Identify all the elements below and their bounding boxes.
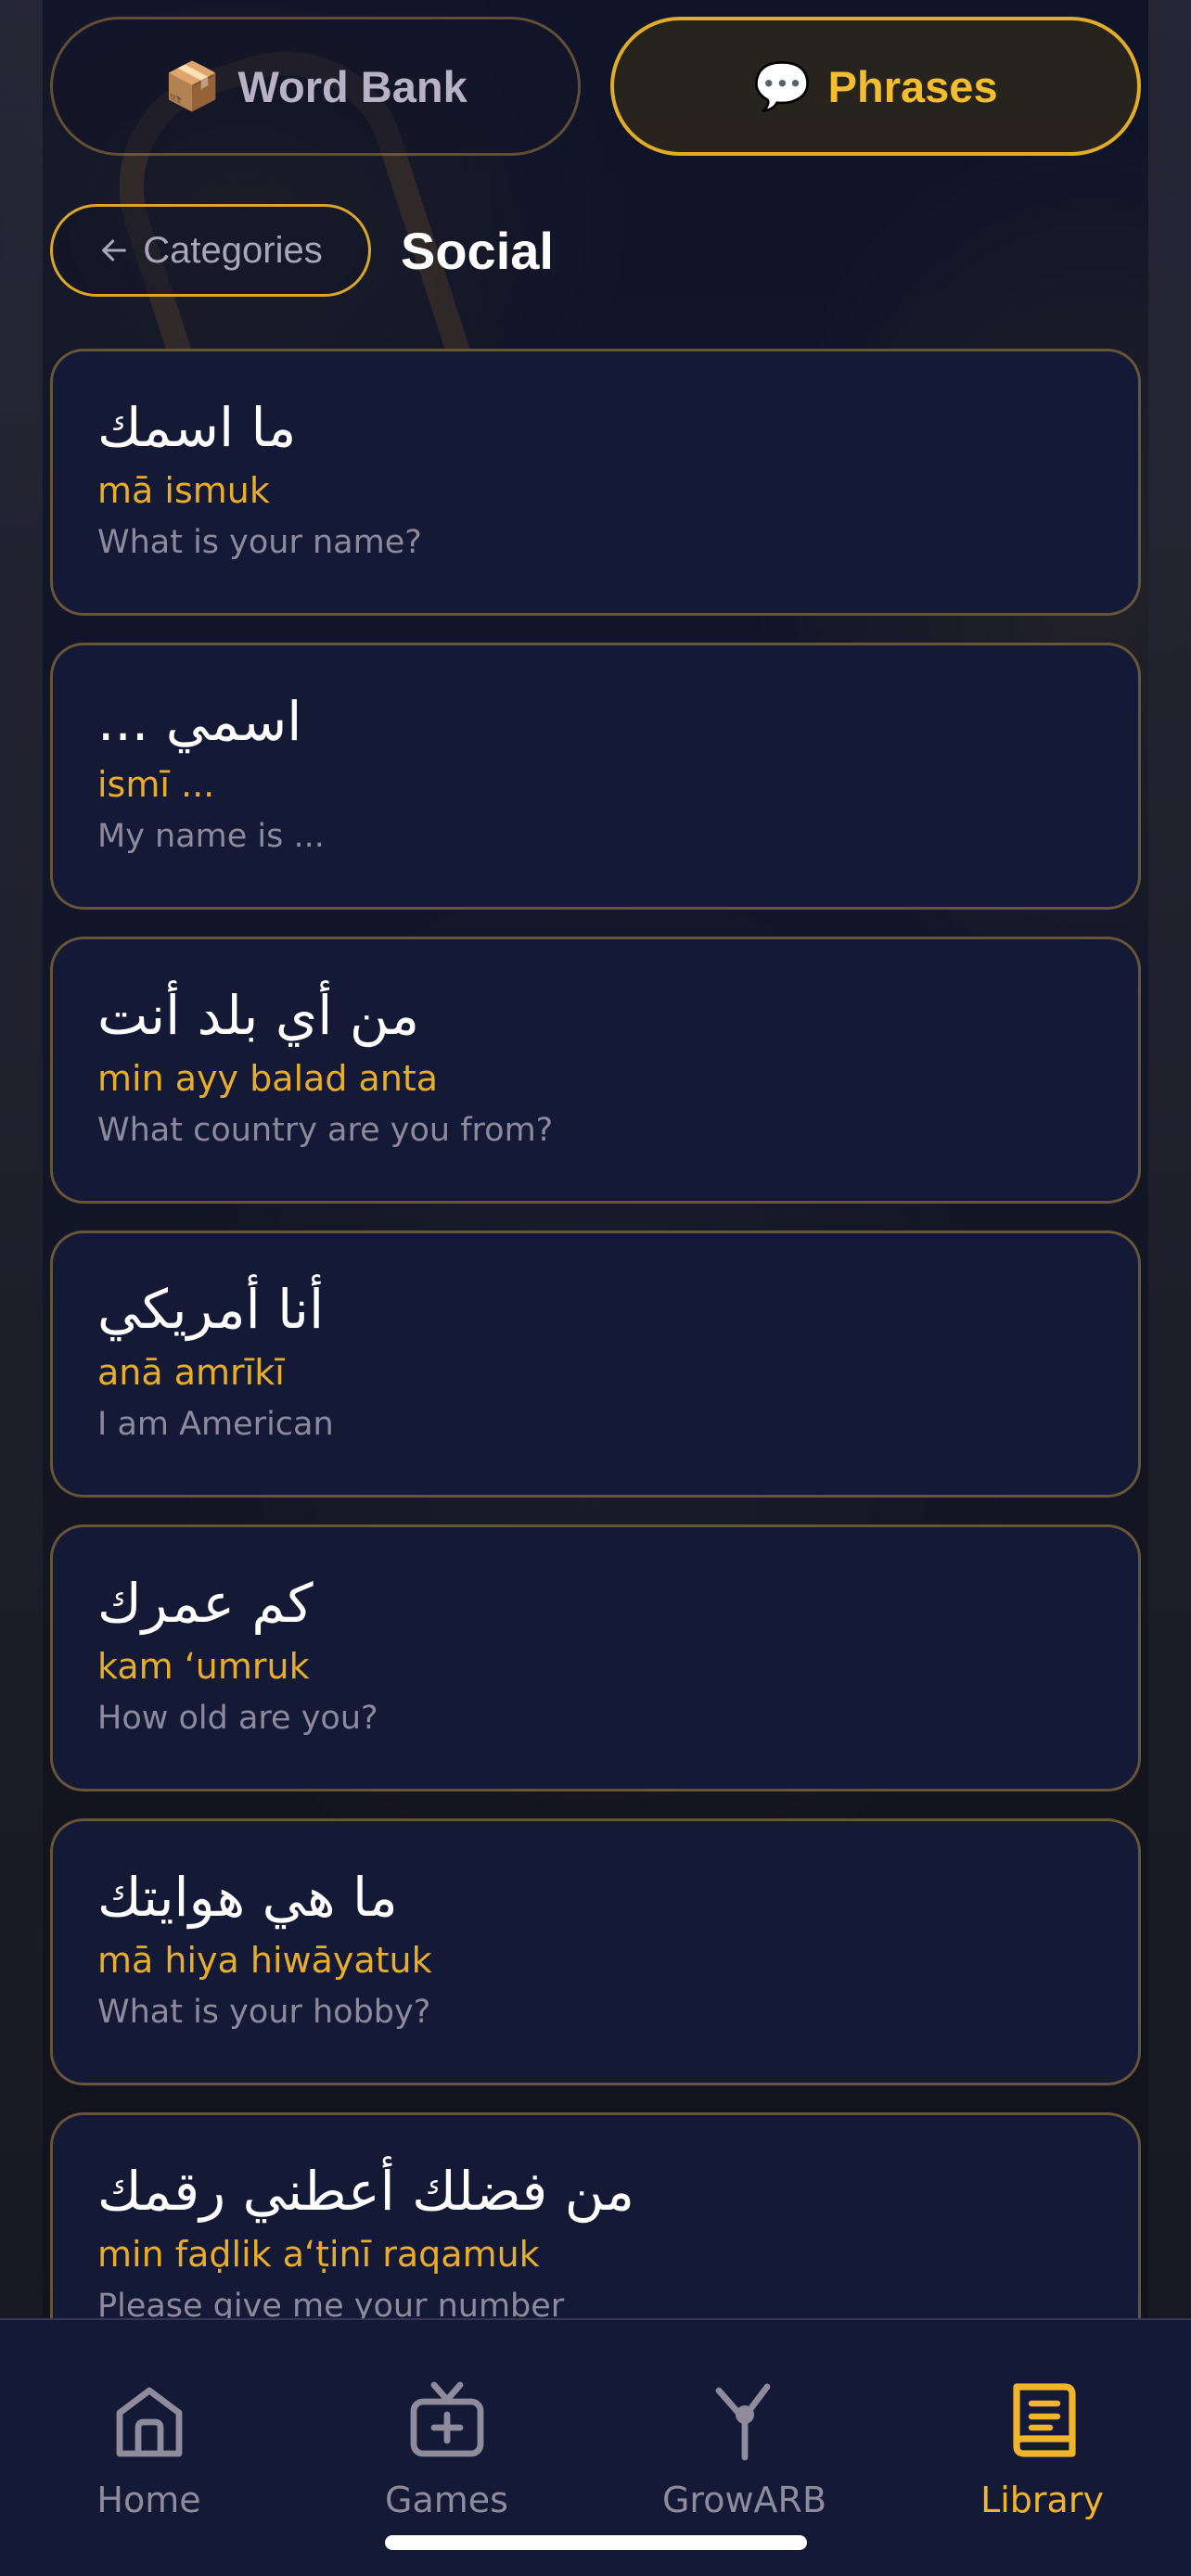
back-to-categories-button[interactable]: Categories [50, 204, 371, 297]
tab-games-label: Games [385, 2480, 508, 2520]
tab-games[interactable]: Games [298, 2376, 596, 2533]
sprout-icon [715, 2383, 770, 2461]
phrases-label: Phrases [827, 61, 998, 111]
speech-bubble-icon: 💬 [753, 60, 812, 112]
arabic-phrase: من أي بلد أنت [97, 984, 420, 1047]
arrow-left-icon [102, 239, 127, 261]
phrases-screen: 📦 Word Bank 💬 Phrases Categories Social … [0, 0, 1191, 2576]
phrase-card[interactable]: أنا أمريكي anā amrīkī I am American [50, 1231, 1141, 1498]
arabic-phrase: كم عمرك [97, 1572, 314, 1635]
phrase-card[interactable]: ما هي هوايتك mā hiya hiwāyatuk What is y… [50, 1818, 1141, 2085]
home-indicator[interactable] [385, 2535, 807, 2550]
phrase-card[interactable]: اسمي ... ismī ... My name is ... [50, 643, 1141, 910]
home-icon [116, 2387, 182, 2457]
book-icon [1012, 2383, 1076, 2457]
transliteration: ismī ... [97, 764, 215, 805]
transliteration: kam ‘umruk [97, 1646, 310, 1687]
word-bank-label: Word Bank [237, 61, 467, 111]
english-translation: Please give me your number [97, 2288, 565, 2318]
english-translation: How old are you? [97, 1700, 378, 1737]
english-translation: I am American [97, 1406, 334, 1443]
back-button-label: Categories [143, 229, 323, 271]
transliteration: mā hiya hiwāyatuk [97, 1940, 432, 1981]
transliteration: min ayy balad anta [97, 1058, 439, 1099]
tab-growarb[interactable]: GrowARB [596, 2376, 893, 2533]
page-title: Social [401, 222, 554, 280]
tv-plus-icon [410, 2381, 483, 2457]
english-translation: What country are you from? [97, 1112, 554, 1149]
background-pillar-right [1148, 0, 1191, 2318]
tab-home-label: Home [96, 2480, 201, 2520]
phrase-card[interactable]: كم عمرك kam ‘umruk How old are you? [50, 1524, 1141, 1792]
phrase-card[interactable]: من أي بلد أنت min ayy balad anta What co… [50, 937, 1141, 1204]
phrase-list[interactable]: ما اسمك mā ismuk What is your name? اسمي… [50, 349, 1141, 2318]
tab-home[interactable]: Home [0, 2376, 298, 2533]
word-bank-tab-button[interactable]: 📦 Word Bank [50, 17, 581, 156]
phrase-card[interactable]: ما اسمك mā ismuk What is your name? [50, 349, 1141, 616]
package-icon: 📦 [163, 60, 222, 112]
english-translation: What is your hobby? [97, 1994, 431, 2031]
phrase-card[interactable]: من فضلك أعطني رقمك min faḍlik a‘ṭinī raq… [50, 2112, 1141, 2318]
arabic-phrase: أنا أمريكي [97, 1278, 325, 1341]
transliteration: anā amrīkī [97, 1352, 285, 1393]
english-translation: My name is ... [97, 818, 325, 855]
phrases-tab-button[interactable]: 💬 Phrases [610, 17, 1141, 156]
tab-growarb-label: GrowARB [661, 2480, 827, 2520]
arabic-phrase: اسمي ... [97, 690, 302, 753]
transliteration: min faḍlik a‘ṭinī raqamuk [97, 2234, 540, 2275]
background-pillar-left [0, 0, 43, 2318]
arabic-phrase: ما هي هوايتك [97, 1866, 398, 1929]
arabic-phrase: من فضلك أعطني رقمك [97, 2160, 634, 2223]
arabic-phrase: ما اسمك [97, 396, 297, 459]
english-translation: What is your name? [97, 524, 422, 561]
transliteration: mā ismuk [97, 470, 270, 511]
tab-library[interactable]: Library [893, 2376, 1191, 2533]
tab-library-label: Library [980, 2480, 1104, 2520]
